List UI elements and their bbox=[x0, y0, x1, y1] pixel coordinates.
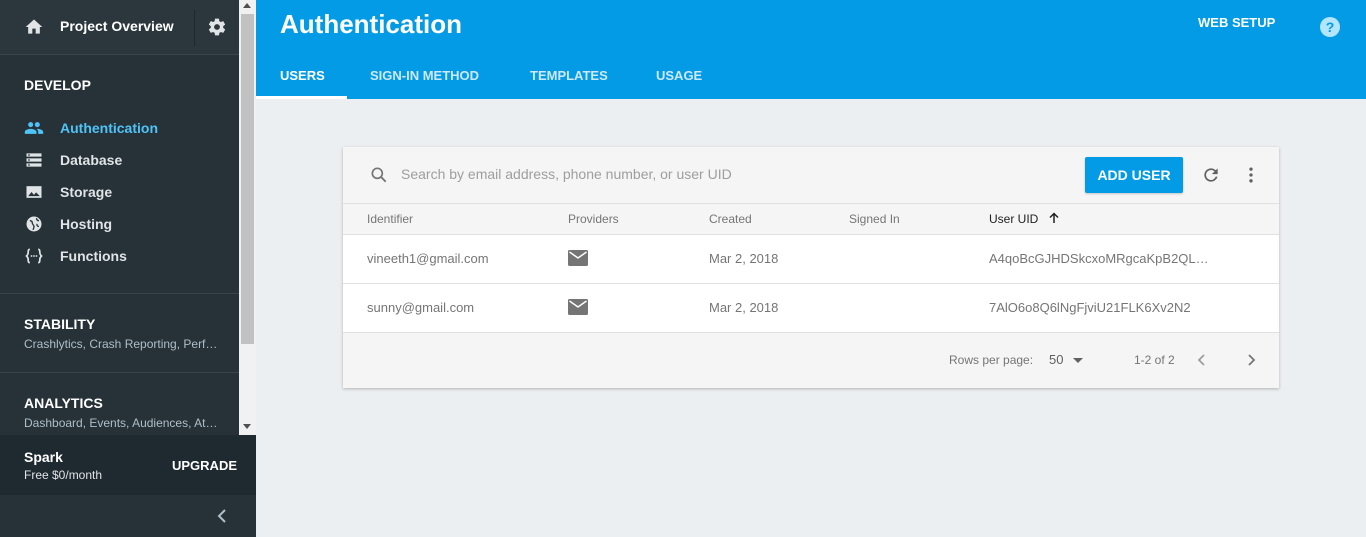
section-stability-title[interactable]: STABILITY bbox=[24, 316, 95, 332]
plan-name: Spark bbox=[24, 449, 63, 465]
refresh-icon[interactable] bbox=[1201, 165, 1221, 190]
column-header-label: User UID bbox=[989, 212, 1039, 226]
project-header: Project Overview bbox=[0, 0, 239, 55]
rows-per-page-label: Rows per page: bbox=[949, 353, 1034, 367]
sidebar-item-database[interactable]: Database bbox=[24, 148, 122, 172]
cell-created: Mar 2, 2018 bbox=[709, 251, 779, 266]
mail-icon bbox=[568, 299, 588, 320]
tab-templates[interactable]: TEMPLATES bbox=[530, 68, 608, 83]
scroll-up-icon[interactable] bbox=[243, 3, 251, 8]
globe-icon bbox=[24, 214, 44, 234]
cell-identifier: sunny@gmail.com bbox=[367, 300, 475, 315]
image-icon bbox=[24, 182, 44, 202]
project-overview-link[interactable]: Project Overview bbox=[60, 18, 174, 34]
sidebar-item-storage[interactable]: Storage bbox=[24, 180, 112, 204]
section-stability-subtitle: Crashlytics, Crash Reporting, Perf… bbox=[24, 337, 218, 351]
table-header: Identifier Providers Created Signed In U… bbox=[343, 203, 1279, 235]
section-analytics-subtitle: Dashboard, Events, Audiences, At… bbox=[24, 416, 218, 430]
tab-usage[interactable]: USAGE bbox=[656, 68, 702, 83]
sidebar-item-hosting[interactable]: Hosting bbox=[24, 212, 112, 236]
scrollbar-thumb[interactable] bbox=[241, 14, 254, 344]
dropdown-arrow-icon[interactable] bbox=[1073, 358, 1083, 363]
database-icon bbox=[24, 150, 44, 170]
add-user-button[interactable]: ADD USER bbox=[1085, 157, 1183, 193]
section-divider bbox=[0, 372, 239, 373]
rows-per-page-select[interactable]: 50 bbox=[1049, 352, 1063, 367]
sidebar-item-label: Hosting bbox=[60, 216, 113, 232]
section-develop-title[interactable]: DEVELOP bbox=[24, 77, 91, 93]
plan-price: Free $0/month bbox=[24, 468, 103, 482]
sidebar-item-label: Authentication bbox=[60, 120, 158, 136]
home-icon[interactable] bbox=[24, 17, 44, 42]
tab-users[interactable]: USERS bbox=[280, 68, 325, 83]
people-icon bbox=[24, 118, 44, 138]
column-header-providers: Providers bbox=[568, 212, 619, 226]
chevron-right-icon[interactable] bbox=[1246, 353, 1258, 372]
table-row[interactable]: sunny@gmail.com Mar 2, 2018 7AlO6o8Q6lNg… bbox=[343, 284, 1279, 333]
chevron-left-icon[interactable] bbox=[214, 507, 230, 530]
plan-panel: Spark Free $0/month UPGRADE bbox=[0, 435, 256, 495]
section-divider bbox=[0, 293, 239, 294]
sidebar-item-label: Functions bbox=[60, 248, 127, 264]
sidebar-item-functions[interactable]: Functions bbox=[24, 244, 127, 268]
upgrade-button[interactable]: UPGRADE bbox=[172, 458, 237, 473]
web-setup-button[interactable]: WEB SETUP bbox=[1198, 15, 1275, 30]
users-toolbar: ADD USER bbox=[343, 147, 1279, 203]
scroll-down-icon[interactable] bbox=[243, 424, 251, 429]
cell-created: Mar 2, 2018 bbox=[709, 300, 779, 315]
column-header-identifier[interactable]: Identifier bbox=[367, 212, 413, 226]
help-icon[interactable]: ? bbox=[1320, 17, 1340, 37]
tab-sign-in-method[interactable]: SIGN-IN METHOD bbox=[370, 68, 479, 83]
more-vert-icon[interactable] bbox=[1241, 165, 1261, 190]
cell-identifier: vineeth1@gmail.com bbox=[367, 251, 489, 266]
sidebar-item-label: Storage bbox=[60, 184, 113, 200]
sidebar: Project Overview DEVELOP Authentication … bbox=[0, 0, 256, 537]
gear-icon[interactable] bbox=[207, 17, 227, 42]
cell-user-uid: 7AlO6o8Q6lNgFjviU21FLK6Xv2N2 bbox=[989, 300, 1191, 315]
section-analytics-title[interactable]: ANALYTICS bbox=[24, 395, 103, 411]
table-row[interactable]: vineeth1@gmail.com Mar 2, 2018 A4qoBcGJH… bbox=[343, 235, 1279, 284]
column-header-created[interactable]: Created bbox=[709, 212, 752, 226]
collapse-bar bbox=[0, 495, 256, 537]
sidebar-item-label: Database bbox=[60, 152, 123, 168]
page-title: Authentication bbox=[280, 9, 462, 39]
mail-icon bbox=[568, 250, 588, 271]
page-range: 1-2 of 2 bbox=[1134, 353, 1175, 367]
functions-icon bbox=[24, 246, 44, 266]
search-icon bbox=[369, 165, 389, 190]
chevron-left-icon[interactable] bbox=[1195, 353, 1207, 372]
sidebar-item-authentication[interactable]: Authentication bbox=[24, 116, 158, 140]
column-header-signed-in[interactable]: Signed In bbox=[849, 212, 900, 226]
table-pagination: Rows per page: 50 1-2 of 2 bbox=[343, 333, 1279, 388]
arrow-up-icon bbox=[1048, 212, 1060, 227]
app-header: Authentication WEB SETUP ? USERS SIGN-IN… bbox=[256, 0, 1366, 99]
column-header-user-uid[interactable]: User UID bbox=[989, 212, 1060, 227]
active-tab-indicator bbox=[256, 96, 347, 99]
header-divider bbox=[194, 10, 195, 46]
sidebar-scrollbar[interactable] bbox=[239, 0, 256, 435]
sidebar-nav: DEVELOP Authentication Database Storage … bbox=[0, 55, 239, 435]
cell-user-uid: A4qoBcGJHDSkcxoMRgcaKpB2QL… bbox=[989, 251, 1209, 266]
search-input[interactable] bbox=[401, 163, 1081, 185]
users-card: ADD USER Identifier Providers Created Si… bbox=[343, 147, 1279, 388]
